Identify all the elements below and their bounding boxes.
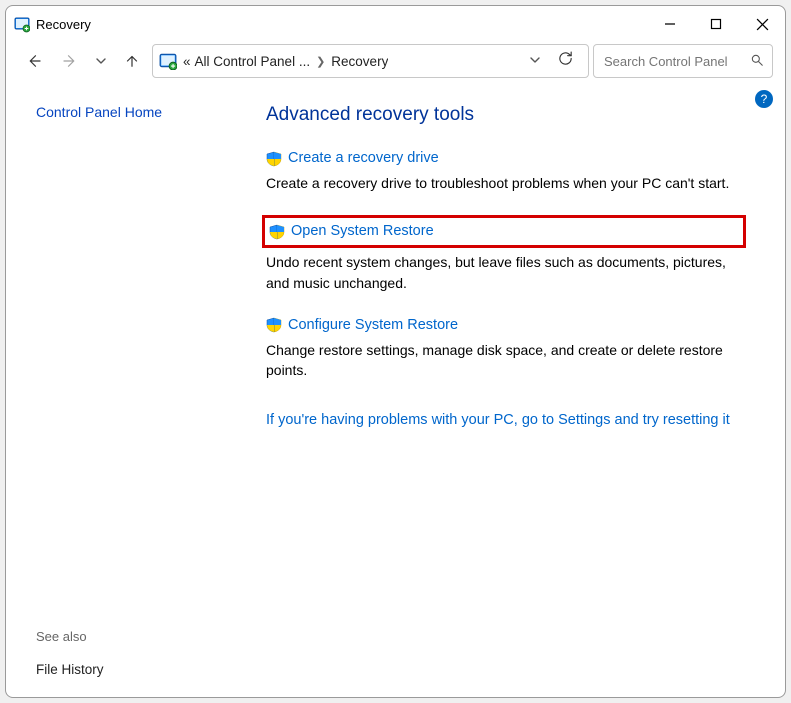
breadcrumb: « All Control Panel ... ❯ Recovery [183,54,388,69]
window-controls [647,6,785,42]
sidebar: Control Panel Home See also File History [36,96,266,677]
chevron-right-icon: ❯ [314,55,327,68]
help-button[interactable]: ? [755,90,773,108]
page-heading: Advanced recovery tools [266,104,769,126]
nav-row: « All Control Panel ... ❯ Recovery [6,42,785,86]
title-bar: Recovery [6,6,785,42]
tool-description: Undo recent system changes, but leave fi… [266,252,746,293]
configure-system-restore-link[interactable]: Configure System Restore [288,315,458,336]
tool-create-recovery-drive: Create a recovery drive Create a recover… [266,148,746,193]
content-area: Advanced recovery tools Create a recover… [266,96,769,677]
tool-configure-system-restore: Configure System Restore Change restore … [266,315,746,381]
breadcrumb-item[interactable]: All Control Panel ... [195,54,311,69]
address-bar[interactable]: « All Control Panel ... ❯ Recovery [152,44,589,78]
control-panel-home-link[interactable]: Control Panel Home [36,104,266,120]
shield-icon [266,151,282,167]
forward-button[interactable] [54,45,86,77]
shield-icon [269,224,285,240]
back-button[interactable] [18,45,50,77]
address-dropdown-button[interactable] [529,54,545,69]
open-system-restore-link[interactable]: Open System Restore [291,221,434,242]
reset-pc-link[interactable]: If you're having problems with your PC, … [266,412,730,428]
search-icon [750,53,764,70]
control-panel-icon [14,16,30,32]
search-box[interactable] [593,44,773,78]
tool-description: Change restore settings, manage disk spa… [266,340,746,381]
recovery-window: Recovery [5,5,786,698]
see-also-header: See also [36,629,266,644]
highlight-annotation: Open System Restore [262,215,746,248]
body-area: ? Control Panel Home See also File Histo… [6,86,785,697]
up-button[interactable] [116,45,148,77]
refresh-button[interactable] [549,50,582,72]
window-title: Recovery [36,17,91,32]
maximize-button[interactable] [693,6,739,42]
tool-description: Create a recovery drive to troubleshoot … [266,173,746,193]
create-recovery-drive-link[interactable]: Create a recovery drive [288,148,439,169]
breadcrumb-item[interactable]: Recovery [331,54,388,69]
search-input[interactable] [602,53,742,70]
close-button[interactable] [739,6,785,42]
recent-locations-button[interactable] [90,45,112,77]
file-history-link[interactable]: File History [36,662,266,677]
tool-open-system-restore: Open System Restore Undo recent system c… [266,215,746,293]
minimize-button[interactable] [647,6,693,42]
control-panel-icon [159,52,177,70]
shield-icon [266,317,282,333]
breadcrumb-overflow[interactable]: « [183,54,191,69]
